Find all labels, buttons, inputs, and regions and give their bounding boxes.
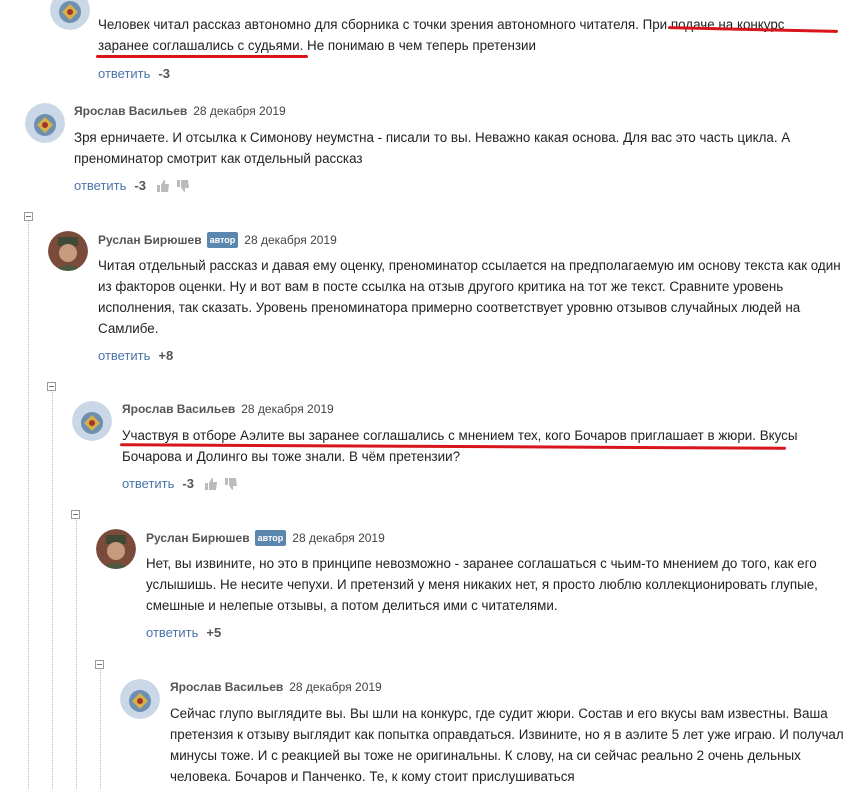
comment-header: Ярослав Васильев 28 декабря 2019 — [122, 402, 334, 416]
collapse-toggle[interactable] — [71, 510, 80, 519]
comment-score: -3 — [134, 178, 146, 193]
reply-link[interactable]: ответить — [122, 476, 174, 491]
comment-header: Руслан Бирюшев автор 28 декабря 2019 — [98, 232, 337, 248]
comment-score: -3 — [182, 476, 194, 491]
thumbs-up-icon[interactable] — [156, 179, 170, 197]
comment-date[interactable]: 28 декабря 2019 — [289, 680, 381, 694]
avatar[interactable] — [96, 529, 136, 569]
thread-line — [28, 220, 29, 789]
comment-actions: ответить -3 — [74, 178, 190, 197]
thread-line — [76, 518, 77, 789]
author-badge: автор — [206, 232, 239, 248]
collapse-toggle[interactable] — [24, 212, 33, 221]
comment-score: +8 — [158, 348, 174, 363]
author-name[interactable]: Руслан Бирюшев — [98, 233, 202, 247]
comment-score: -3 — [158, 66, 170, 81]
avatar[interactable] — [50, 0, 90, 30]
comment-score: +5 — [206, 625, 222, 640]
comment-text: Зря ерничаете. И отсылка к Симонову неум… — [74, 130, 791, 166]
collapse-toggle[interactable] — [47, 382, 56, 391]
comment-date[interactable]: 28 декабря 2019 — [193, 104, 285, 118]
thumbs-down-icon[interactable] — [176, 179, 190, 197]
author-name[interactable]: Ярослав Васильев — [74, 104, 187, 118]
comment-actions: ответить +8 — [98, 348, 173, 364]
collapse-toggle[interactable] — [95, 660, 104, 669]
comment-date[interactable]: 28 декабря 2019 — [241, 402, 333, 416]
comment-actions: ответить -3 — [98, 66, 170, 82]
author-badge: автор — [254, 530, 287, 546]
thumbs-down-icon[interactable] — [224, 477, 238, 495]
comment-text: Сейчас глупо выглядите вы. Вы шли на кон… — [170, 706, 844, 784]
comment-header: Ярослав Васильев 28 декабря 2019 — [170, 680, 382, 694]
thread-line — [52, 390, 53, 789]
comment-header: Ярослав Васильев 28 декабря 2019 — [74, 104, 286, 118]
avatar[interactable] — [25, 103, 65, 143]
reply-link[interactable]: ответить — [74, 178, 126, 193]
avatar[interactable] — [72, 401, 112, 441]
reply-link[interactable]: ответить — [98, 348, 150, 363]
comment-actions: ответить -3 — [122, 476, 238, 495]
thumbs-up-icon[interactable] — [204, 477, 218, 495]
reply-link[interactable]: ответить — [146, 625, 198, 640]
author-name[interactable]: Ярослав Васильев — [170, 680, 283, 694]
comment-date[interactable]: 28 декабря 2019 — [292, 531, 384, 545]
author-name[interactable]: Ярослав Васильев — [122, 402, 235, 416]
thread-line — [100, 668, 101, 789]
avatar[interactable] — [48, 231, 88, 271]
comment-text: Человек читал рассказ автономно для сбор… — [98, 17, 785, 53]
red-underline — [96, 55, 308, 58]
comment-date[interactable]: 28 декабря 2019 — [244, 233, 336, 247]
comment-text: Нет, вы извините, но это в принципе нево… — [146, 556, 818, 613]
comment-text: Читая отдельный рассказ и давая ему оцен… — [98, 258, 841, 336]
reply-link[interactable]: ответить — [98, 66, 150, 81]
author-name[interactable]: Руслан Бирюшев — [146, 531, 250, 545]
comment-header: Руслан Бирюшев автор 28 декабря 2019 — [146, 530, 385, 546]
comment-actions: ответить +5 — [146, 625, 221, 641]
avatar[interactable] — [120, 679, 160, 719]
